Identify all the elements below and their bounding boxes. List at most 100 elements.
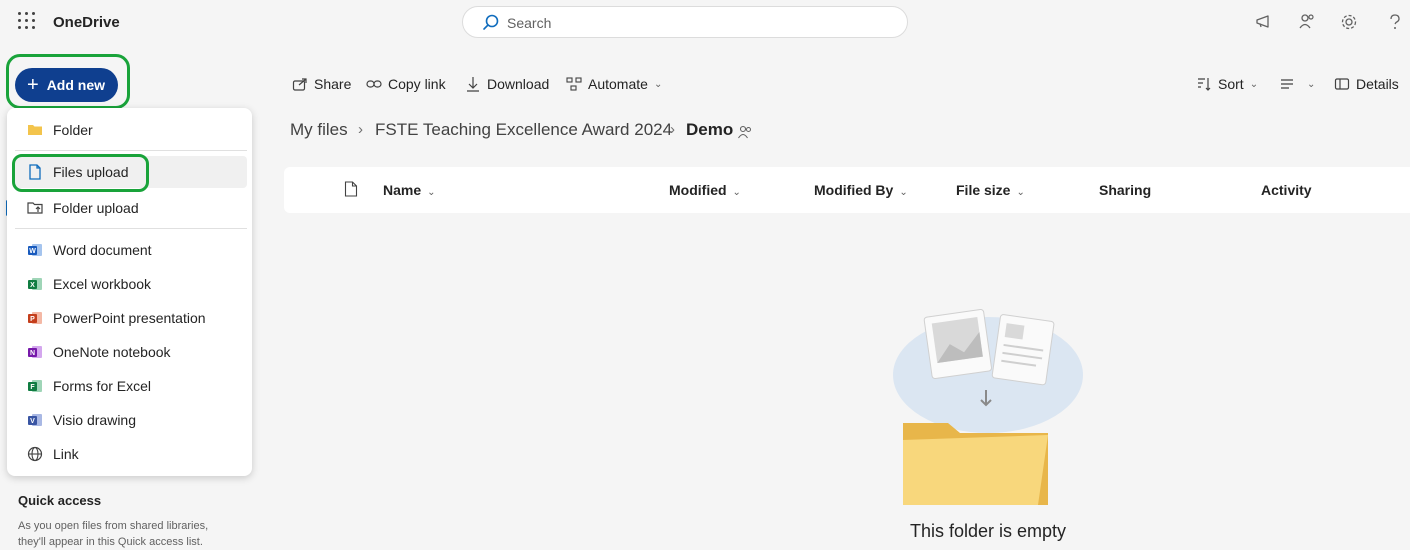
add-new-label: Add new xyxy=(46,77,106,93)
top-bar: OneDrive Search xyxy=(0,0,1410,46)
share-icon xyxy=(292,78,307,91)
menu-item-files-upload[interactable]: Files upload xyxy=(15,156,247,188)
menu-item-word-document[interactable]: W Word document xyxy=(15,234,247,266)
file-list-header: Name ⌄ Modified ⌄ Modified By ⌄ File size ⌄ … xyxy=(284,167,1410,213)
column-label: Modified xyxy=(669,182,727,198)
megaphone-icon[interactable] xyxy=(1254,12,1274,32)
forms-icon: F xyxy=(28,380,42,392)
menu-item-folder[interactable]: Folder xyxy=(15,114,247,146)
svg-text:V: V xyxy=(30,418,35,425)
chevron-down-icon: ⌄ xyxy=(1249,78,1259,90)
details-button[interactable]: Details xyxy=(1334,76,1399,92)
column-header-modified-by[interactable]: Modified By ⌄ xyxy=(814,182,908,198)
app-title[interactable]: OneDrive xyxy=(53,14,120,31)
column-label: File size xyxy=(956,182,1011,198)
file-upload-icon xyxy=(29,164,41,180)
svg-text:W: W xyxy=(29,248,36,255)
menu-divider xyxy=(15,150,247,151)
breadcrumb-folder[interactable]: FSTE Teaching Excellence Award 2024 xyxy=(375,120,672,140)
breadcrumb-current: Demo xyxy=(686,120,734,139)
menu-item-excel-workbook[interactable]: X Excel workbook xyxy=(15,268,247,300)
column-header-modified[interactable]: Modified ⌄ xyxy=(669,182,741,198)
folder-upload-icon xyxy=(27,202,43,214)
chevron-down-icon: ⌄ xyxy=(653,78,663,90)
menu-item-label: Folder xyxy=(53,122,93,138)
download-label: Download xyxy=(487,76,550,92)
breadcrumb-separator: › xyxy=(358,121,363,138)
breadcrumb-my-files[interactable]: My files xyxy=(290,120,348,140)
share-button[interactable]: Share xyxy=(292,76,351,92)
automate-button[interactable]: Automate ⌄ xyxy=(566,76,662,92)
visio-icon: V xyxy=(28,414,42,426)
empty-folder-illustration xyxy=(893,309,1083,505)
download-icon xyxy=(467,77,479,92)
svg-text:X: X xyxy=(30,282,35,289)
menu-item-folder-upload[interactable]: Folder upload xyxy=(15,192,247,224)
empty-folder-message: This folder is empty xyxy=(909,521,1067,541)
copy-link-label: Copy link xyxy=(388,76,446,92)
menu-item-link[interactable]: Link xyxy=(15,438,247,470)
menu-divider xyxy=(15,228,247,229)
onenote-icon: N xyxy=(28,346,42,358)
flow-icon xyxy=(566,77,582,91)
svg-text:F: F xyxy=(30,384,35,391)
search-icon xyxy=(483,14,499,30)
search-input[interactable]: Search xyxy=(462,6,908,38)
menu-item-forms-for-excel[interactable]: F Forms for Excel xyxy=(15,370,247,402)
chevron-down-icon: ⌄ xyxy=(427,187,436,198)
plus-icon: + xyxy=(27,74,39,96)
column-header-activity[interactable]: Activity xyxy=(1261,182,1312,198)
details-label: Details xyxy=(1356,76,1399,92)
menu-item-label: Link xyxy=(53,446,79,462)
file-type-icon[interactable] xyxy=(344,181,358,197)
app-launcher-icon[interactable] xyxy=(18,12,36,30)
chevron-down-icon: ⌄ xyxy=(1016,187,1025,198)
powerpoint-icon: P xyxy=(28,312,42,324)
gear-icon[interactable] xyxy=(1339,12,1359,32)
share-label: Share xyxy=(314,76,352,92)
menu-item-label: OneNote notebook xyxy=(53,344,171,360)
quick-access-title: Quick access xyxy=(18,493,102,508)
menu-item-label: Files upload xyxy=(53,164,129,180)
breadcrumb-separator: › xyxy=(670,121,675,138)
word-icon: W xyxy=(28,244,42,256)
shared-people-icon xyxy=(738,125,751,139)
list-view-icon xyxy=(1281,79,1293,89)
excel-icon: X xyxy=(28,278,42,290)
menu-item-label: Word document xyxy=(53,242,152,258)
column-header-file-size[interactable]: File size ⌄ xyxy=(956,182,1025,198)
add-new-button[interactable]: + Add new xyxy=(15,68,118,102)
quick-access-text: As you open files from shared libraries,… xyxy=(18,520,209,548)
sort-button[interactable]: Sort ⌄ xyxy=(1196,76,1258,92)
menu-item-label: Visio drawing xyxy=(53,412,137,428)
download-button[interactable]: Download xyxy=(465,76,549,92)
sort-icon xyxy=(1198,78,1211,91)
chevron-down-icon: ⌄ xyxy=(899,187,908,198)
sort-label: Sort xyxy=(1218,76,1244,92)
chevron-down-icon: ⌄ xyxy=(1307,78,1316,90)
add-new-menu: Folder Files upload Folder upload W Word… xyxy=(7,108,252,476)
copy-link-button[interactable]: Copy link xyxy=(366,76,446,92)
menu-item-label: PowerPoint presentation xyxy=(53,310,206,326)
view-options-button[interactable]: ⌄ xyxy=(1279,76,1315,92)
column-label: Name xyxy=(383,182,422,198)
menu-item-onenote-notebook[interactable]: N OneNote notebook xyxy=(15,336,247,368)
menu-item-visio-drawing[interactable]: V Visio drawing xyxy=(15,404,247,436)
automate-label: Automate xyxy=(588,76,648,92)
globe-icon xyxy=(27,446,43,462)
column-header-sharing[interactable]: Sharing xyxy=(1099,182,1151,198)
chevron-down-icon: ⌄ xyxy=(732,187,741,198)
column-label: Modified By xyxy=(814,182,894,198)
menu-item-powerpoint-presentation[interactable]: P PowerPoint presentation xyxy=(15,302,247,334)
details-pane-icon xyxy=(1334,78,1350,90)
search-placeholder: Search xyxy=(507,15,552,31)
svg-text:P: P xyxy=(30,316,35,323)
svg-text:N: N xyxy=(30,350,35,357)
column-header-name[interactable]: Name ⌄ xyxy=(383,182,436,198)
help-icon[interactable] xyxy=(1385,12,1405,32)
people-icon[interactable] xyxy=(1297,12,1317,32)
menu-item-label: Folder upload xyxy=(53,200,139,216)
link-icon xyxy=(366,80,382,88)
menu-item-label: Forms for Excel xyxy=(53,378,152,394)
menu-item-label: Excel workbook xyxy=(53,276,152,292)
